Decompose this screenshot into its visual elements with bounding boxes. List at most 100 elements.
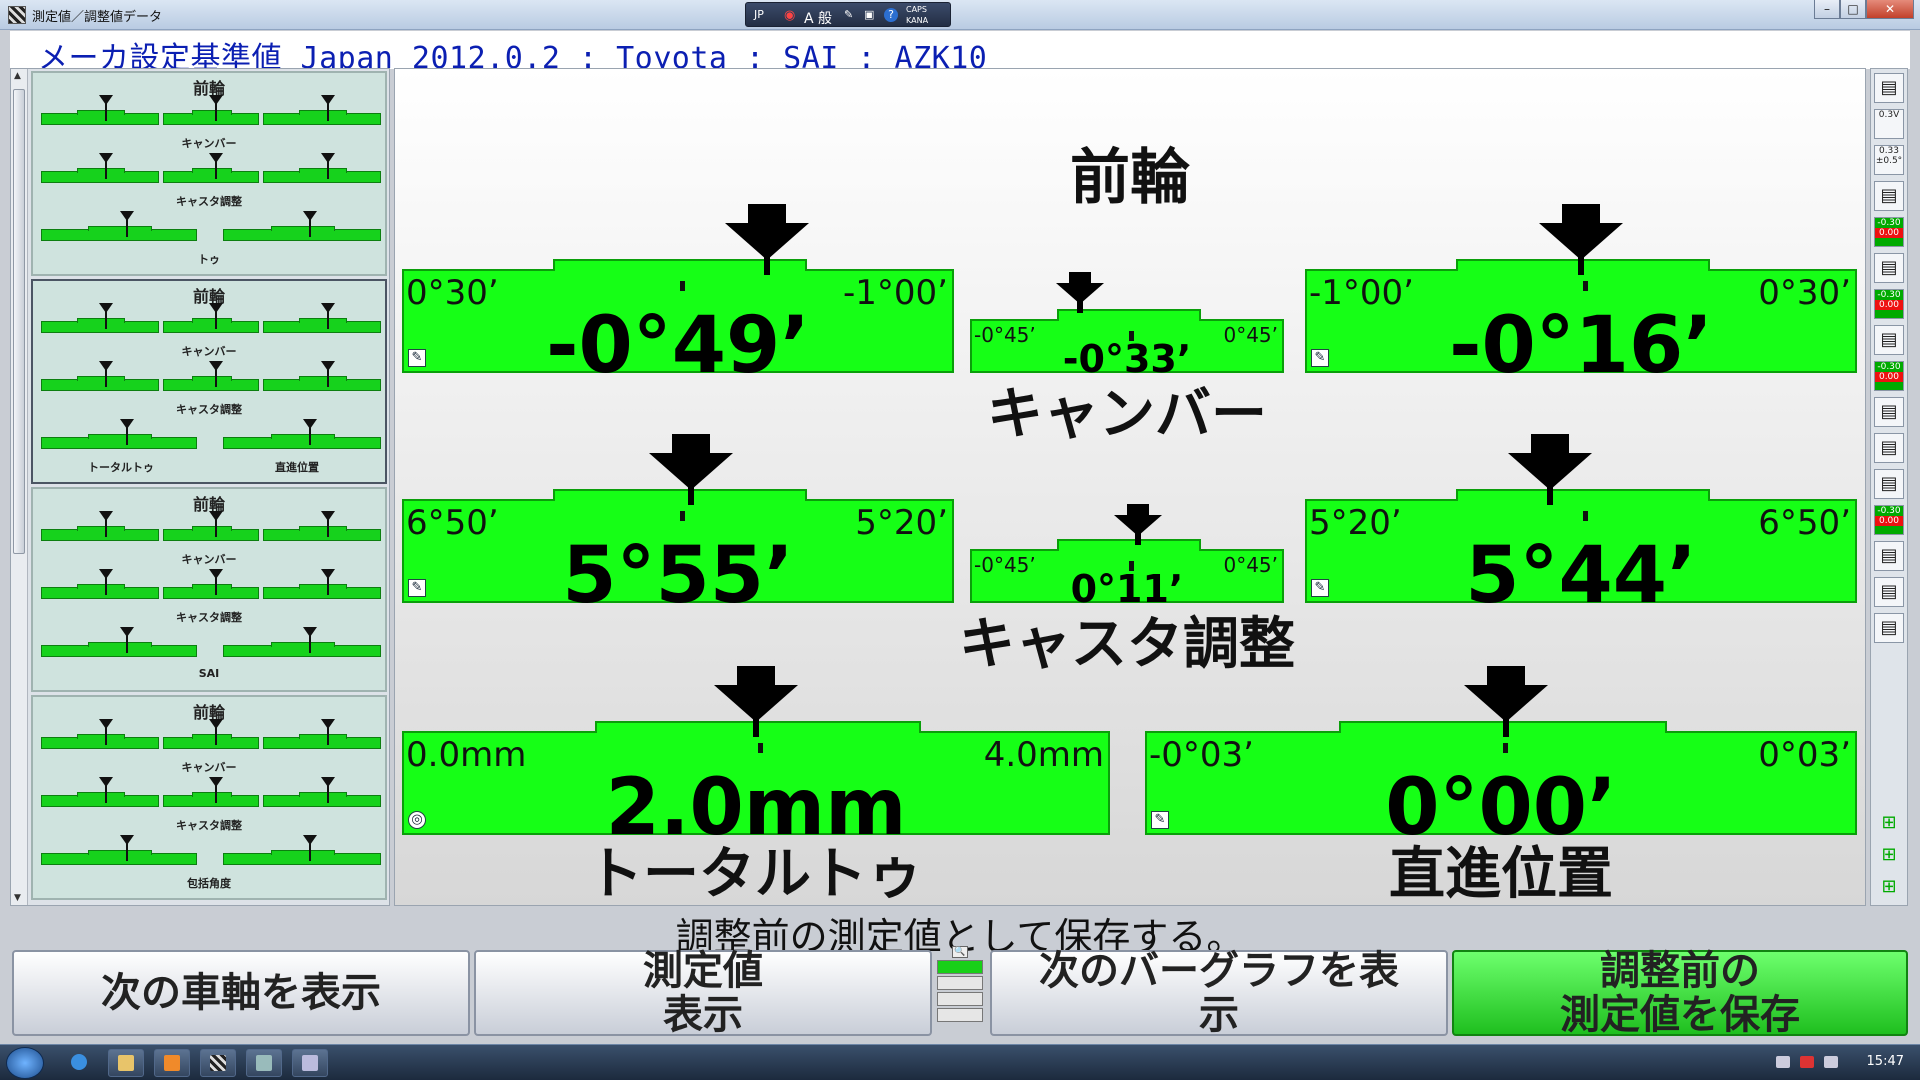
mini-arrow-icon [98,361,113,387]
mini-arrow-icon [208,719,223,745]
ie-icon[interactable] [62,1049,98,1077]
network-tray-icon[interactable] [1800,1056,1814,1068]
book-icon[interactable]: 0.3V [1874,109,1904,139]
mini-arrow-icon [119,627,134,653]
adjust-wrench-icon[interactable]: ✎ [408,349,426,367]
ime-tool-icon[interactable]: ✎ [844,8,853,21]
adjust-wrench-icon[interactable]: ✎ [1311,579,1329,597]
start-button[interactable] [6,1047,44,1079]
printer-icon[interactable]: ▤ [1874,577,1904,607]
thumbnail-label: 直進位置 [275,461,319,474]
camber-cross-gauge[interactable]: -0°45’ 0°45’ -0°33’ [970,309,1284,381]
bargraph-thumbnail[interactable]: 前輪 キャンバー キャスタ調整 SAI [31,487,387,692]
caster-cross-arrow-icon [1114,504,1162,545]
center-tick [680,511,685,521]
media-player-icon[interactable] [154,1049,190,1077]
straight-ahead-gauge[interactable]: -0°03’ 0°03’ 0°00’ ✎ [1145,721,1857,853]
adjust-wrench-icon[interactable]: ✎ [1151,811,1169,829]
vehicle-spec-icon[interactable]: ▤ [1874,73,1904,103]
lift-icon[interactable]: ▤ [1874,397,1904,427]
title-bar: 測定値／調整値データ JP ◉ A 般 ✎ ▣ ? CAPS KANA – □ … [0,0,1920,30]
jack-icon[interactable]: ▤ [1874,433,1904,463]
ime-dict-icon[interactable]: ▣ [864,8,874,21]
mini-bar [163,110,259,125]
export-icon[interactable]: ▤ [1874,613,1904,643]
thumbnail-scrollbar[interactable]: ▲ ▼ [11,69,28,905]
wheel-pair-icon[interactable]: ⊞ [1874,841,1904,871]
bargraph-thumbnail[interactable]: 前輪 キャンバー キャスタ調整 包括角度 [31,695,387,900]
tool-icon[interactable]: ▤ [1874,181,1904,211]
thumbnail-label: トータルトゥ [88,461,154,474]
total-toe-gauge[interactable]: 0.0mm 4.0mm 2.0mm ◎ [402,721,1110,853]
spec-header: メーカ設定基準値 Japan 2012.0.2 : Toyota : SAI :… [10,31,1910,76]
camber-value-icon[interactable]: -0.30 0.00 [1874,217,1904,247]
mini-arrow-icon [208,95,223,121]
help-icon[interactable]: ? [884,8,898,22]
axle-adjust-icon[interactable]: ⊞ [1874,809,1904,839]
ime-pad-icon[interactable]: ◉ [784,8,795,23]
center-tick [1583,281,1588,291]
scroll-up-icon[interactable]: ▲ [14,71,21,81]
mini-bargraph-row [41,835,381,869]
show-measured-button[interactable]: 測定値 表示 [474,949,932,1037]
adjust-icon[interactable]: ▤ [1874,253,1904,283]
app-icon [8,6,26,24]
app-icon-5[interactable] [292,1049,328,1077]
thumbnail-label: キャスタ調整 [176,611,242,624]
mini-arrow-icon [320,153,335,179]
printer-tray-icon[interactable] [1776,1056,1790,1068]
gauge-icon[interactable]: ▤ [1874,325,1904,355]
steering-wheel-icon[interactable]: ◎ [408,811,426,829]
adjust-wrench-icon[interactable]: ✎ [408,579,426,597]
caps-indicator: CAPS [906,5,927,14]
camber-value-icon-2[interactable]: -0.30 0.00 [1874,289,1904,319]
toolbar-value: ±0.5° [1875,156,1903,166]
mini-arrow-icon [208,511,223,537]
language-bar[interactable]: JP ◉ A 般 ✎ ▣ ? CAPS KANA [745,2,951,27]
minimize-button[interactable]: – [1814,0,1840,19]
close-button[interactable]: ✕ [1866,0,1914,19]
scroll-down-icon[interactable]: ▼ [14,893,21,903]
mini-arrow-icon [320,777,335,803]
wheel-pair-icon-2[interactable]: ⊞ [1874,873,1904,903]
camber-right-gauge[interactable]: -1°00’ 0°30’ -0°16’ ✎ [1305,259,1857,391]
volume-tray-icon[interactable] [1824,1056,1838,1068]
maximize-button[interactable]: □ [1840,0,1866,19]
mini-arrow-icon [302,419,317,445]
scrollbar-thumb[interactable] [13,89,25,554]
zoom-icon[interactable]: 🔍 [952,946,968,958]
caster-cross-gauge[interactable]: -0°45’ 0°45’ 0°11’ [970,539,1284,611]
thumbnail-label: キャンバー [181,137,237,150]
mini-bar [41,376,159,391]
thumbnail-label: キャスタ調整 [176,195,242,208]
wheel-adjust-icon[interactable]: ▤ [1874,469,1904,499]
mini-bar [41,584,159,599]
caster-right-gauge[interactable]: 5°20’ 6°50’ 5°44’ ✎ [1305,489,1857,621]
camber-left-gauge[interactable]: 0°30’ -1°00’ -0°49’ ✎ [402,259,954,391]
caster-left-value: 5°55’ [562,531,794,621]
tolerance-icon[interactable]: 0.33 ±0.5° [1874,145,1904,175]
bargraph-thumbnail[interactable]: 前輪 キャンバー キャスタ調整 トータルトゥ 直進位置 [31,279,387,484]
camber-value-icon-3[interactable]: -0.30 0.00 [1874,361,1904,391]
ime-mode[interactable]: A 般 [804,8,832,28]
mini-arrow-icon [320,303,335,329]
lang-indicator[interactable]: JP [754,8,764,21]
save-before-adjust-button[interactable]: 調整前の 測定値を保存 [1452,949,1908,1037]
clamp-icon[interactable]: ▤ [1874,541,1904,571]
mini-bar [263,792,381,807]
mini-bar [263,168,381,183]
caster-left-gauge[interactable]: 6°50’ 5°20’ 5°55’ ✎ [402,489,954,621]
bargraph-thumbnail[interactable]: 前輪 キャンバー キャスタ調整 トゥ [31,71,387,276]
adjust-wrench-icon[interactable]: ✎ [1311,349,1329,367]
next-axle-button[interactable]: 次の車軸を表示 [12,950,470,1036]
mini-arrow-icon [98,303,113,329]
next-bargraph-button[interactable]: 次のバーグラフを表 示 [990,949,1448,1037]
mini-bar [41,168,159,183]
mini-bar [163,376,259,391]
toolbar-value: 0.00 [1875,300,1903,310]
mini-bar [41,226,197,241]
explorer-icon[interactable] [108,1049,144,1077]
camber-value-icon-4[interactable]: -0.30 0.00 [1874,505,1904,535]
alignment-app-icon[interactable] [200,1049,236,1077]
app-icon-4[interactable] [246,1049,282,1077]
